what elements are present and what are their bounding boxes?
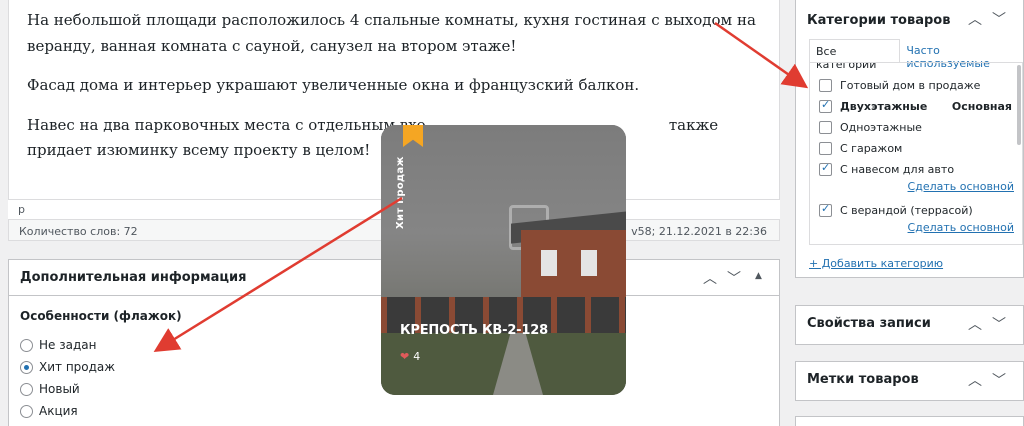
radio-label: Новый	[39, 382, 80, 396]
ribbon-label: Хит продаж	[395, 156, 406, 229]
radio-label: Не задан	[39, 338, 97, 352]
house-window	[541, 250, 557, 276]
card-title: КРЕПОСТЬ КВ-2-128	[400, 323, 548, 338]
chevron-down-icon[interactable]: ﹀	[992, 370, 1006, 390]
category-label: Готовый дом в продаже	[840, 79, 981, 92]
category-label: С гаражом	[840, 142, 903, 155]
house-window	[581, 250, 597, 276]
likes-count: 4	[413, 350, 421, 363]
radio-button[interactable]	[20, 382, 33, 396]
chevron-down-icon[interactable]: ﹀	[992, 314, 1006, 334]
checkbox[interactable]	[819, 142, 832, 155]
chevron-up-icon[interactable]: ︿	[703, 268, 717, 288]
category-checklist[interactable]: Готовый дом в продаже Двухэтажные Основна…	[809, 62, 1023, 245]
chevron-down-icon[interactable]: ﹀	[727, 268, 741, 288]
radio-button[interactable]	[20, 360, 33, 374]
heart-icon: ❤	[400, 350, 410, 363]
chevron-up-icon[interactable]: ︿	[968, 9, 982, 29]
word-count: Количество слов: 72	[19, 225, 138, 238]
card-likes: ❤ 4	[400, 350, 420, 363]
triangle-up-icon[interactable]: ▲	[755, 271, 762, 281]
post-properties-title: Свойства записи	[807, 316, 931, 331]
radio-label: Хит продаж	[39, 360, 116, 374]
checkbox[interactable]	[819, 79, 832, 92]
checkbox[interactable]	[819, 161, 832, 176]
product-tags-box: Метки товаров ︿ ﹀	[795, 361, 1024, 401]
checkbox[interactable]	[819, 121, 832, 134]
editor-paragraph: Фасад дома и интерьер украшают увеличенн…	[27, 76, 640, 94]
product-card-preview[interactable]: Хит продаж КРЕПОСТЬ КВ-2-128 ❤ 4	[381, 125, 626, 395]
chevron-up-icon[interactable]: ︿	[968, 314, 982, 334]
add-category-link[interactable]: + Добавить категорию	[809, 257, 943, 270]
editor-path: p	[18, 203, 25, 216]
category-item[interactable]: С навесом для авто	[810, 159, 1022, 180]
make-primary-link[interactable]: Сделать основной	[810, 180, 1022, 200]
categories-title: Категории товаров	[807, 13, 951, 28]
checkbox[interactable]	[819, 98, 832, 113]
primary-category-tag: Основная	[951, 100, 1012, 113]
post-properties-header: Свойства записи ︿ ﹀	[796, 306, 1023, 342]
category-item[interactable]: С верандой (террасой)	[810, 200, 1022, 221]
make-primary-link[interactable]: Сделать основной	[810, 221, 1022, 241]
tab-all-categories[interactable]: Все категории	[809, 39, 901, 71]
category-label: Двухэтажные	[840, 100, 928, 113]
category-item[interactable]: Готовый дом в продаже	[810, 75, 1022, 96]
category-item[interactable]: Двухэтажные Основная	[810, 96, 1022, 117]
categories-header: Категории товаров ︿ ﹀	[796, 0, 1023, 35]
additional-info-title: Дополнительная информация	[20, 270, 247, 285]
chevron-down-icon[interactable]: ﹀	[992, 9, 1006, 29]
chevron-up-icon[interactable]: ︿	[968, 370, 982, 390]
category-label: С навесом для авто	[840, 163, 955, 176]
category-label: С верандой (террасой)	[840, 204, 973, 217]
last-edit-info: v58; 21.12.2021 в 22:36	[631, 225, 767, 238]
tab-popular-categories[interactable]: Часто используемые	[900, 39, 1023, 70]
category-label: Одноэтажные	[840, 121, 922, 134]
product-tags-header: Метки товаров ︿ ﹀	[796, 362, 1023, 398]
radio-sale[interactable]: Акция	[20, 400, 768, 422]
radio-button[interactable]	[20, 404, 33, 418]
next-box	[795, 416, 1024, 426]
category-tabs: Все категории Часто используемые	[809, 39, 1023, 71]
radio-label: Акция	[39, 404, 78, 418]
editor-paragraph: На небольшой площади расположилось 4 спа…	[27, 11, 756, 55]
radio-button[interactable]	[20, 338, 33, 352]
categories-box: Категории товаров ︿ ﹀ Все категории Част…	[795, 0, 1024, 278]
checkbox[interactable]	[819, 202, 832, 217]
post-properties-box: Свойства записи ︿ ﹀	[795, 305, 1024, 345]
category-item[interactable]: С гаражом	[810, 138, 1022, 159]
category-item[interactable]: Одноэтажные	[810, 117, 1022, 138]
product-tags-title: Метки товаров	[807, 372, 919, 387]
